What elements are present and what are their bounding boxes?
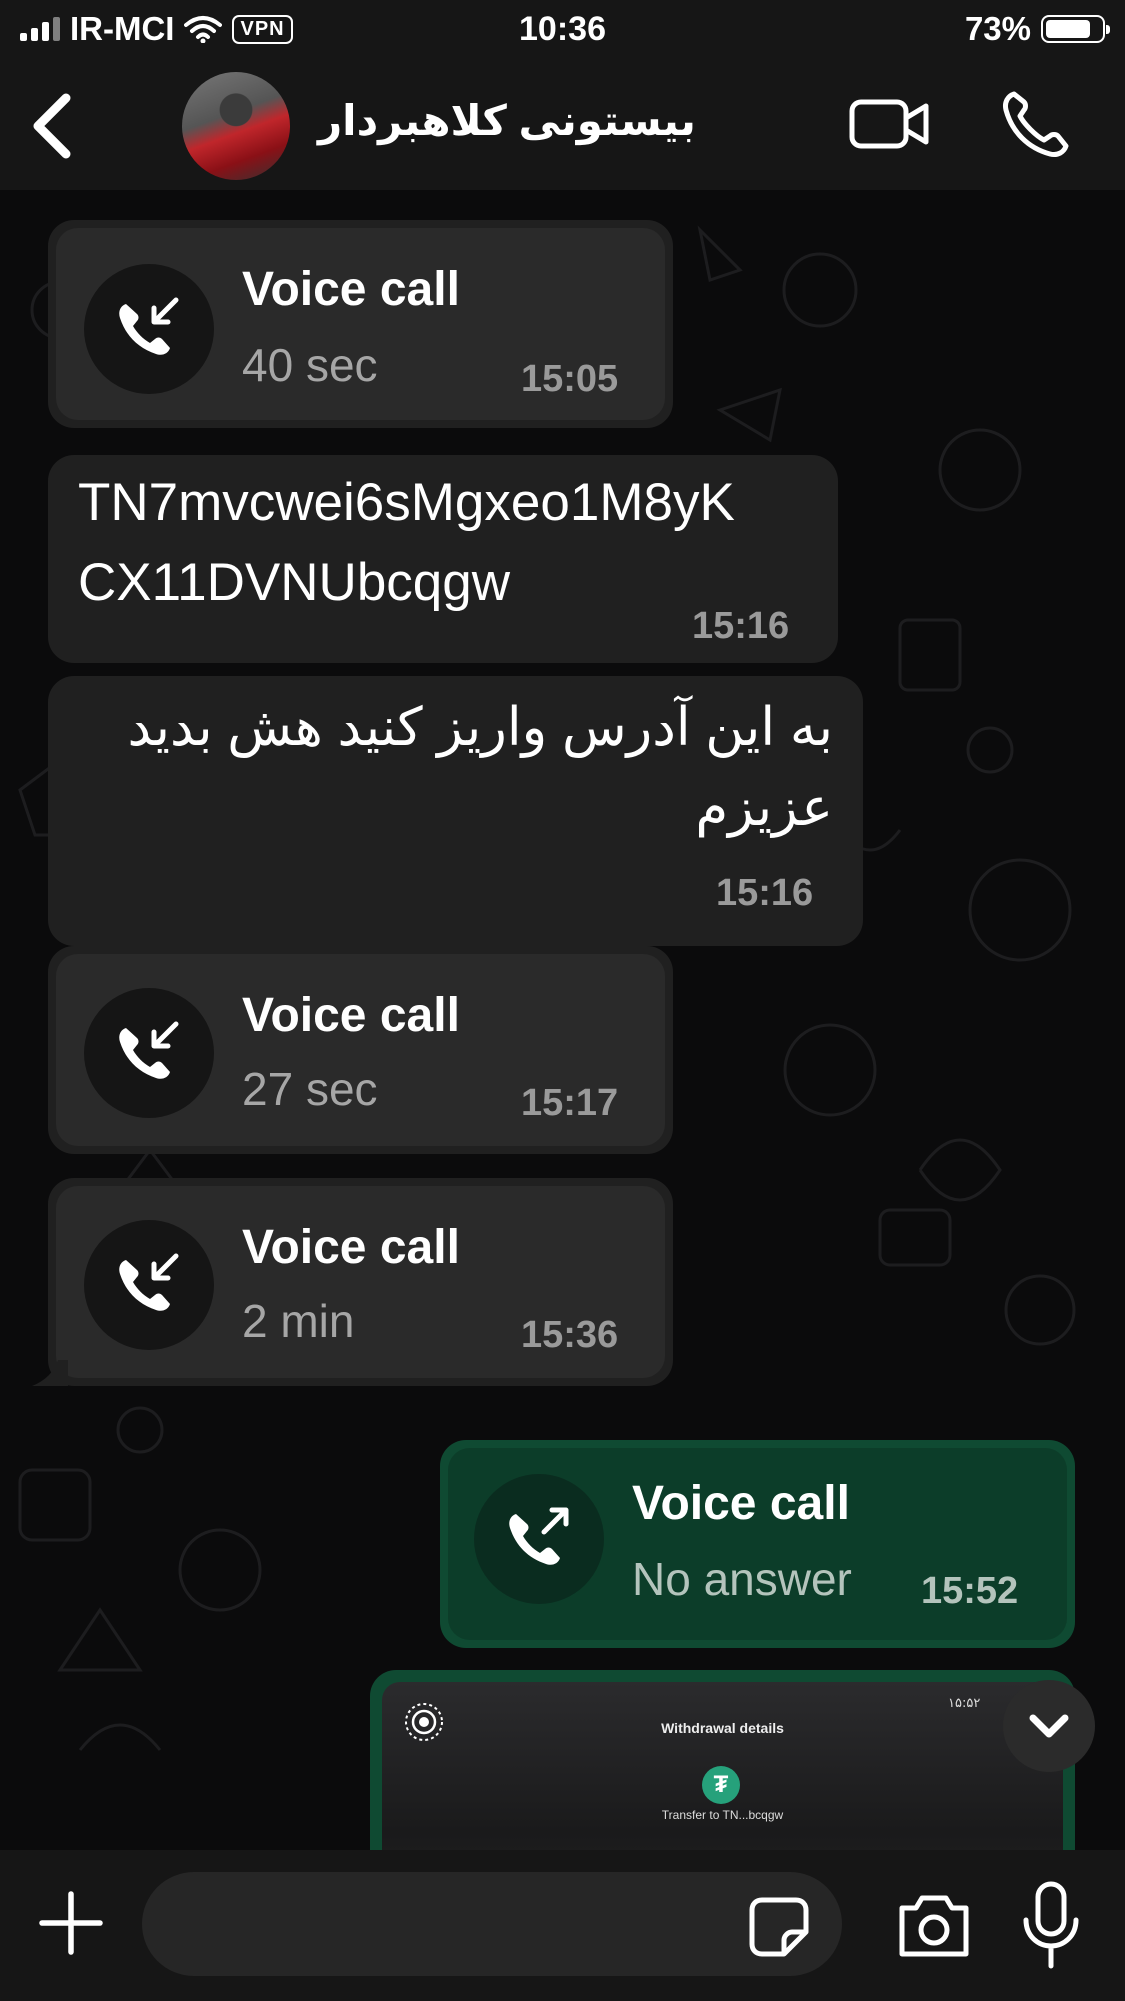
plus-icon[interactable] [38, 1890, 104, 1956]
tether-icon: ₮ [702, 1766, 740, 1804]
text-message-address[interactable]: TN7mvcwei6sMgxeo1M8yK CX11DVNUbcqgw 15:1… [48, 455, 838, 663]
microphone-icon[interactable] [1020, 1880, 1082, 1972]
message-text-line-2: عزیزم [695, 778, 833, 837]
image-status-time: ۱۵:۵۲ [948, 1696, 981, 1711]
message-text-line-1: TN7mvcwei6sMgxeo1M8yK [78, 473, 735, 532]
image-message[interactable]: ۱۵:۵۲ Withdrawal details ₮ Transfer to T… [370, 1670, 1075, 1850]
message-time: 15:16 [692, 605, 790, 647]
avatar[interactable] [182, 72, 290, 180]
status-bar: IR-MCI VPN 10:36 73% [0, 0, 1125, 62]
call-icon-circle [84, 1220, 214, 1350]
camera-icon[interactable] [896, 1890, 972, 1960]
call-card: Voice call 40 sec 15:05 [56, 228, 665, 420]
call-message-no-answer[interactable]: Voice call No answer 15:52 [440, 1440, 1075, 1648]
call-card: Voice call 27 sec 15:17 [56, 954, 665, 1146]
call-title: Voice call [632, 1477, 850, 1530]
call-message-40-sec[interactable]: Voice call 40 sec 15:05 [48, 220, 673, 428]
message-time: 15:16 [716, 872, 814, 914]
clock: 10:36 [519, 10, 606, 48]
message-time: 15:36 [521, 1314, 619, 1356]
call-icon-circle [84, 988, 214, 1118]
battery-icon [1041, 15, 1110, 43]
phone-icon[interactable] [1000, 88, 1072, 160]
image-thumbnail[interactable]: ۱۵:۵۲ Withdrawal details ₮ Transfer to T… [382, 1682, 1063, 1850]
call-card: Voice call No answer 15:52 [448, 1448, 1067, 1640]
message-time: 15:05 [521, 358, 619, 400]
composer-bar [0, 1850, 1125, 2001]
chevron-down-icon [1029, 1714, 1069, 1738]
call-duration: 27 sec [242, 1063, 378, 1115]
message-input[interactable] [142, 1872, 842, 1976]
call-duration: 40 sec [242, 339, 378, 391]
chat-header: بیستونی کلاهبردار [0, 62, 1125, 190]
chevron-left-icon[interactable] [18, 86, 88, 166]
call-icon-circle [84, 264, 214, 394]
incoming-call-icon [119, 1253, 179, 1311]
message-text-line-1: به این آدرس واریز کنید هش بدید [127, 698, 833, 757]
incoming-call-icon [119, 297, 179, 355]
message-text-line-2: CX11DVNUbcqgw [78, 553, 511, 612]
message-time: 15:17 [521, 1082, 619, 1124]
incoming-call-icon [119, 1021, 179, 1079]
sticker-icon[interactable] [748, 1896, 810, 1958]
call-message-27-sec[interactable]: Voice call 27 sec 15:17 [48, 946, 673, 1154]
call-message-2-min[interactable]: Voice call 2 min 15:36 [48, 1178, 673, 1386]
call-icon-circle [474, 1474, 604, 1604]
outgoing-call-icon [509, 1507, 569, 1565]
call-duration: 2 min [242, 1295, 355, 1347]
contact-name[interactable]: بیستونی کلاهبردار [318, 96, 696, 145]
call-title: Voice call [242, 989, 460, 1042]
call-title: Voice call [242, 263, 460, 316]
image-transfer-text: Transfer to TN...bcqgw [661, 1808, 784, 1822]
video-camera-icon[interactable] [848, 94, 930, 154]
call-title: Voice call [242, 1221, 460, 1274]
battery-percent: 73% [964, 10, 1031, 47]
chat-area[interactable]: Voice call 40 sec 15:05 TN7mvcwei6sMgxeo… [0, 190, 1125, 1850]
call-status: No answer [632, 1553, 852, 1605]
message-time: 15:52 [921, 1570, 1019, 1612]
image-title: Withdrawal details [661, 1720, 784, 1736]
call-card: Voice call 2 min 15:36 [56, 1186, 665, 1378]
text-message-persian[interactable]: به این آدرس واریز کنید هش بدید عزیزم 15:… [48, 676, 863, 946]
bubble-tail [32, 1360, 68, 1386]
scroll-to-bottom-button[interactable] [1003, 1680, 1095, 1772]
status-right: 73% [964, 10, 1110, 48]
